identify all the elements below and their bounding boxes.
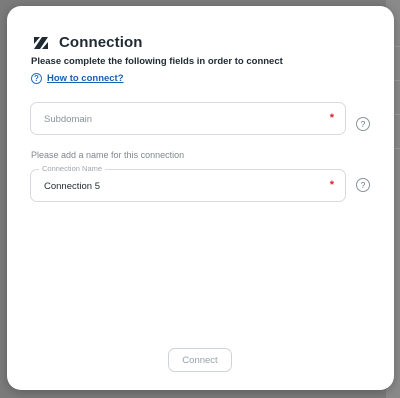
- required-indicator: *: [329, 179, 334, 191]
- connection-modal: Connection Please complete the following…: [7, 6, 394, 390]
- subdomain-field[interactable]: Subdomain *: [30, 102, 346, 135]
- help-icon: ?: [31, 73, 42, 84]
- modal-subtitle: Please complete the following fields in …: [31, 56, 283, 67]
- modal-title: Connection: [59, 34, 143, 51]
- connect-button[interactable]: Connect: [168, 348, 232, 372]
- zendesk-logo-icon: [34, 36, 48, 49]
- connection-name-help-icon[interactable]: ?: [356, 178, 370, 192]
- modal-header: Connection: [33, 34, 143, 51]
- connection-name-hint: Please add a name for this connection: [31, 150, 185, 160]
- required-indicator: *: [329, 112, 334, 124]
- subdomain-placeholder: Subdomain: [44, 114, 93, 125]
- connection-name-value: Connection 5: [44, 181, 100, 192]
- connection-name-field[interactable]: Connection Name Connection 5 *: [30, 164, 346, 202]
- subdomain-help-icon[interactable]: ?: [356, 117, 370, 131]
- how-to-connect-label[interactable]: How to connect?: [47, 73, 124, 84]
- connection-name-label: Connection Name: [39, 164, 106, 173]
- how-to-connect-link[interactable]: ? How to connect?: [31, 73, 124, 84]
